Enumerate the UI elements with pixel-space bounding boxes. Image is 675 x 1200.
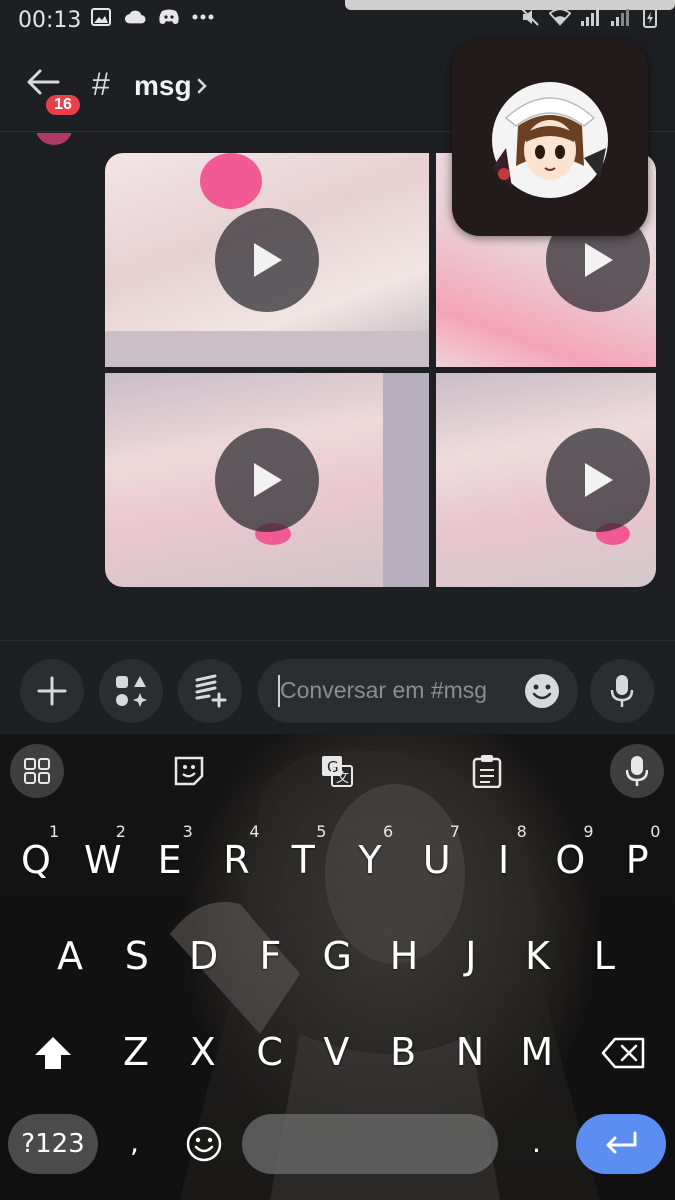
voice-message-button[interactable] <box>590 659 654 723</box>
status-time: 00:13 <box>18 8 82 33</box>
enter-arrow-icon <box>606 1131 637 1154</box>
key-hint-number: 9 <box>583 822 594 841</box>
key-hint-number: 7 <box>449 822 460 841</box>
key-hint-number: 4 <box>249 822 260 841</box>
unread-badge: 16 <box>43 92 83 118</box>
channel-hash-icon: # <box>92 66 110 102</box>
gift-nitro-button[interactable] <box>178 659 242 723</box>
chevron-right-icon[interactable] <box>196 76 210 98</box>
apps-grid-button[interactable] <box>10 744 64 798</box>
key-n[interactable]: N <box>445 1030 495 1074</box>
key-j[interactable]: J <box>446 934 496 978</box>
key-s[interactable]: S <box>112 934 162 978</box>
plus-icon <box>37 676 67 706</box>
commands-icon <box>195 674 227 708</box>
key-v[interactable]: V <box>311 1030 361 1074</box>
play-icon[interactable] <box>215 208 319 312</box>
play-icon[interactable] <box>215 428 319 532</box>
video-attachment-3[interactable] <box>105 373 429 587</box>
key-hint-number: 3 <box>182 822 193 841</box>
comma-key[interactable]: , <box>130 1126 139 1159</box>
key-x[interactable]: X <box>178 1030 228 1074</box>
video-attachment-1[interactable] <box>105 153 429 367</box>
video-attachment-4[interactable] <box>436 373 656 587</box>
key-l[interactable]: L <box>579 934 629 978</box>
channel-name[interactable]: msg <box>134 70 192 102</box>
avatar[interactable] <box>36 133 72 145</box>
space-key[interactable] <box>242 1114 498 1174</box>
microphone-icon <box>610 675 634 707</box>
sticker-button[interactable] <box>162 744 216 798</box>
activities-icon <box>116 676 147 707</box>
key-r[interactable]: R <box>211 838 261 882</box>
key-hint-number: 0 <box>650 822 661 841</box>
message-composer: Conversar em #msg <box>0 640 675 734</box>
key-o[interactable]: O <box>545 838 595 882</box>
wifi-icon <box>549 6 571 28</box>
key-y[interactable]: Y <box>345 838 395 882</box>
key-hint-number: 5 <box>316 822 327 841</box>
keyboard-toolbar: G 文 <box>0 734 675 808</box>
key-i[interactable]: I <box>479 838 529 882</box>
key-t[interactable]: T <box>278 838 328 882</box>
symbols-key[interactable]: ?123 <box>8 1114 98 1174</box>
key-c[interactable]: C <box>245 1030 295 1074</box>
emoji-icon <box>186 1126 222 1162</box>
key-d[interactable]: D <box>179 934 229 978</box>
emoji-button[interactable] <box>524 673 560 709</box>
cloud-icon <box>124 6 146 28</box>
key-z[interactable]: Z <box>111 1030 161 1074</box>
battery-charging-icon <box>639 6 661 28</box>
message-input-placeholder: Conversar em #msg <box>280 677 488 703</box>
key-a[interactable]: A <box>45 934 95 978</box>
more-dots-icon <box>192 6 214 28</box>
backspace-key[interactable] <box>590 1026 656 1080</box>
sticker-icon <box>174 756 204 786</box>
apps-button[interactable] <box>99 659 163 723</box>
key-k[interactable]: K <box>513 934 563 978</box>
signal-icon <box>579 6 601 28</box>
emoji-key[interactable] <box>182 1122 226 1166</box>
clipboard-icon <box>472 755 502 788</box>
message-input[interactable]: Conversar em #msg <box>258 659 578 723</box>
image-icon <box>90 6 112 28</box>
apps-grid-icon <box>24 758 50 784</box>
status-bar: 00:13 <box>0 0 675 40</box>
mic-icon <box>626 756 648 786</box>
play-icon[interactable] <box>546 428 650 532</box>
key-hint-number: 2 <box>115 822 126 841</box>
clipboard-button[interactable] <box>460 744 514 798</box>
translate-button[interactable]: G 文 <box>310 744 364 798</box>
svg-text:文: 文 <box>336 771 349 786</box>
key-hint-number: 8 <box>516 822 527 841</box>
key-p[interactable]: P <box>612 838 662 882</box>
key-u[interactable]: U <box>412 838 462 882</box>
key-e[interactable]: E <box>145 838 195 882</box>
translate-icon: G 文 <box>322 756 353 787</box>
shift-arrow-icon <box>35 1037 71 1069</box>
key-q[interactable]: Q <box>11 838 61 882</box>
emoji-icon <box>525 674 559 708</box>
keyboard-mic-button[interactable] <box>610 744 664 798</box>
signal-icon-2 <box>609 6 631 28</box>
key-hint-number: 6 <box>383 822 394 841</box>
key-f[interactable]: F <box>245 934 295 978</box>
key-h[interactable]: H <box>379 934 429 978</box>
shift-key[interactable] <box>20 1026 86 1080</box>
discord-icon <box>158 6 180 28</box>
add-attachment-button[interactable] <box>20 659 84 723</box>
enter-key[interactable] <box>576 1114 666 1174</box>
key-hint-number: 1 <box>49 822 60 841</box>
onscreen-keyboard: G 文 ?123 , . Q 1 W 2 E 3 R 4 T 5 Y 6 U 7… <box>0 734 675 1200</box>
mute-icon <box>519 6 541 28</box>
key-g[interactable]: G <box>312 934 362 978</box>
key-b[interactable]: B <box>378 1030 428 1074</box>
anime-avatar-image <box>492 82 608 198</box>
period-key[interactable]: . <box>532 1126 541 1159</box>
key-m[interactable]: M <box>512 1030 562 1074</box>
backspace-icon <box>601 1037 645 1069</box>
key-w[interactable]: W <box>78 838 128 882</box>
floating-chat-bubble[interactable] <box>452 40 648 236</box>
